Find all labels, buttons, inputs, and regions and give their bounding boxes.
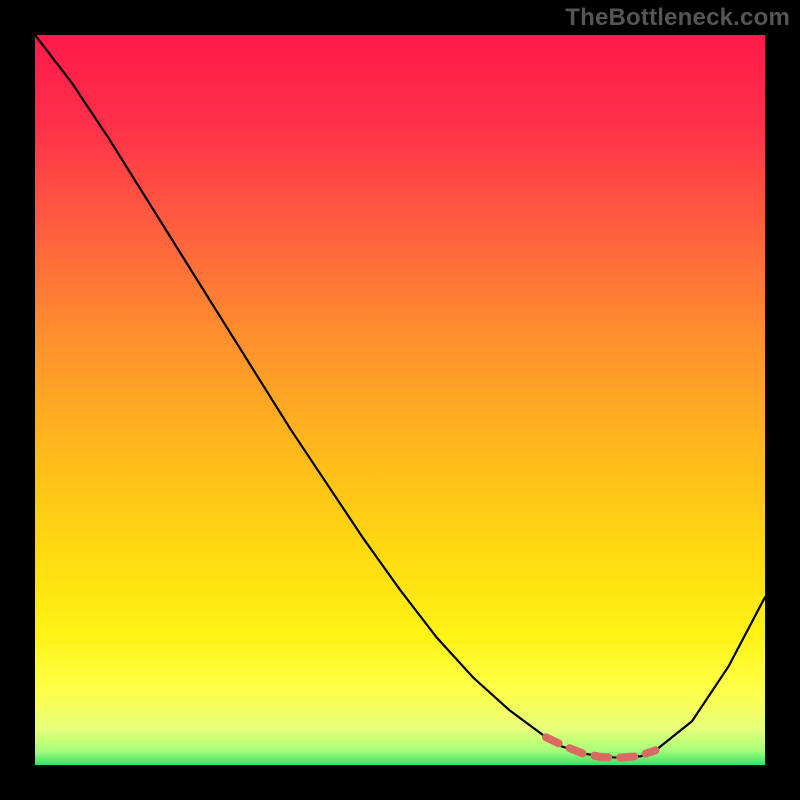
- chart-container: TheBottleneck.com: [0, 0, 800, 800]
- plot-area: [35, 35, 765, 765]
- watermark-text: TheBottleneck.com: [565, 4, 790, 32]
- plot-frame: [35, 35, 765, 765]
- gradient-background: [35, 35, 765, 765]
- chart-svg: [35, 35, 765, 765]
